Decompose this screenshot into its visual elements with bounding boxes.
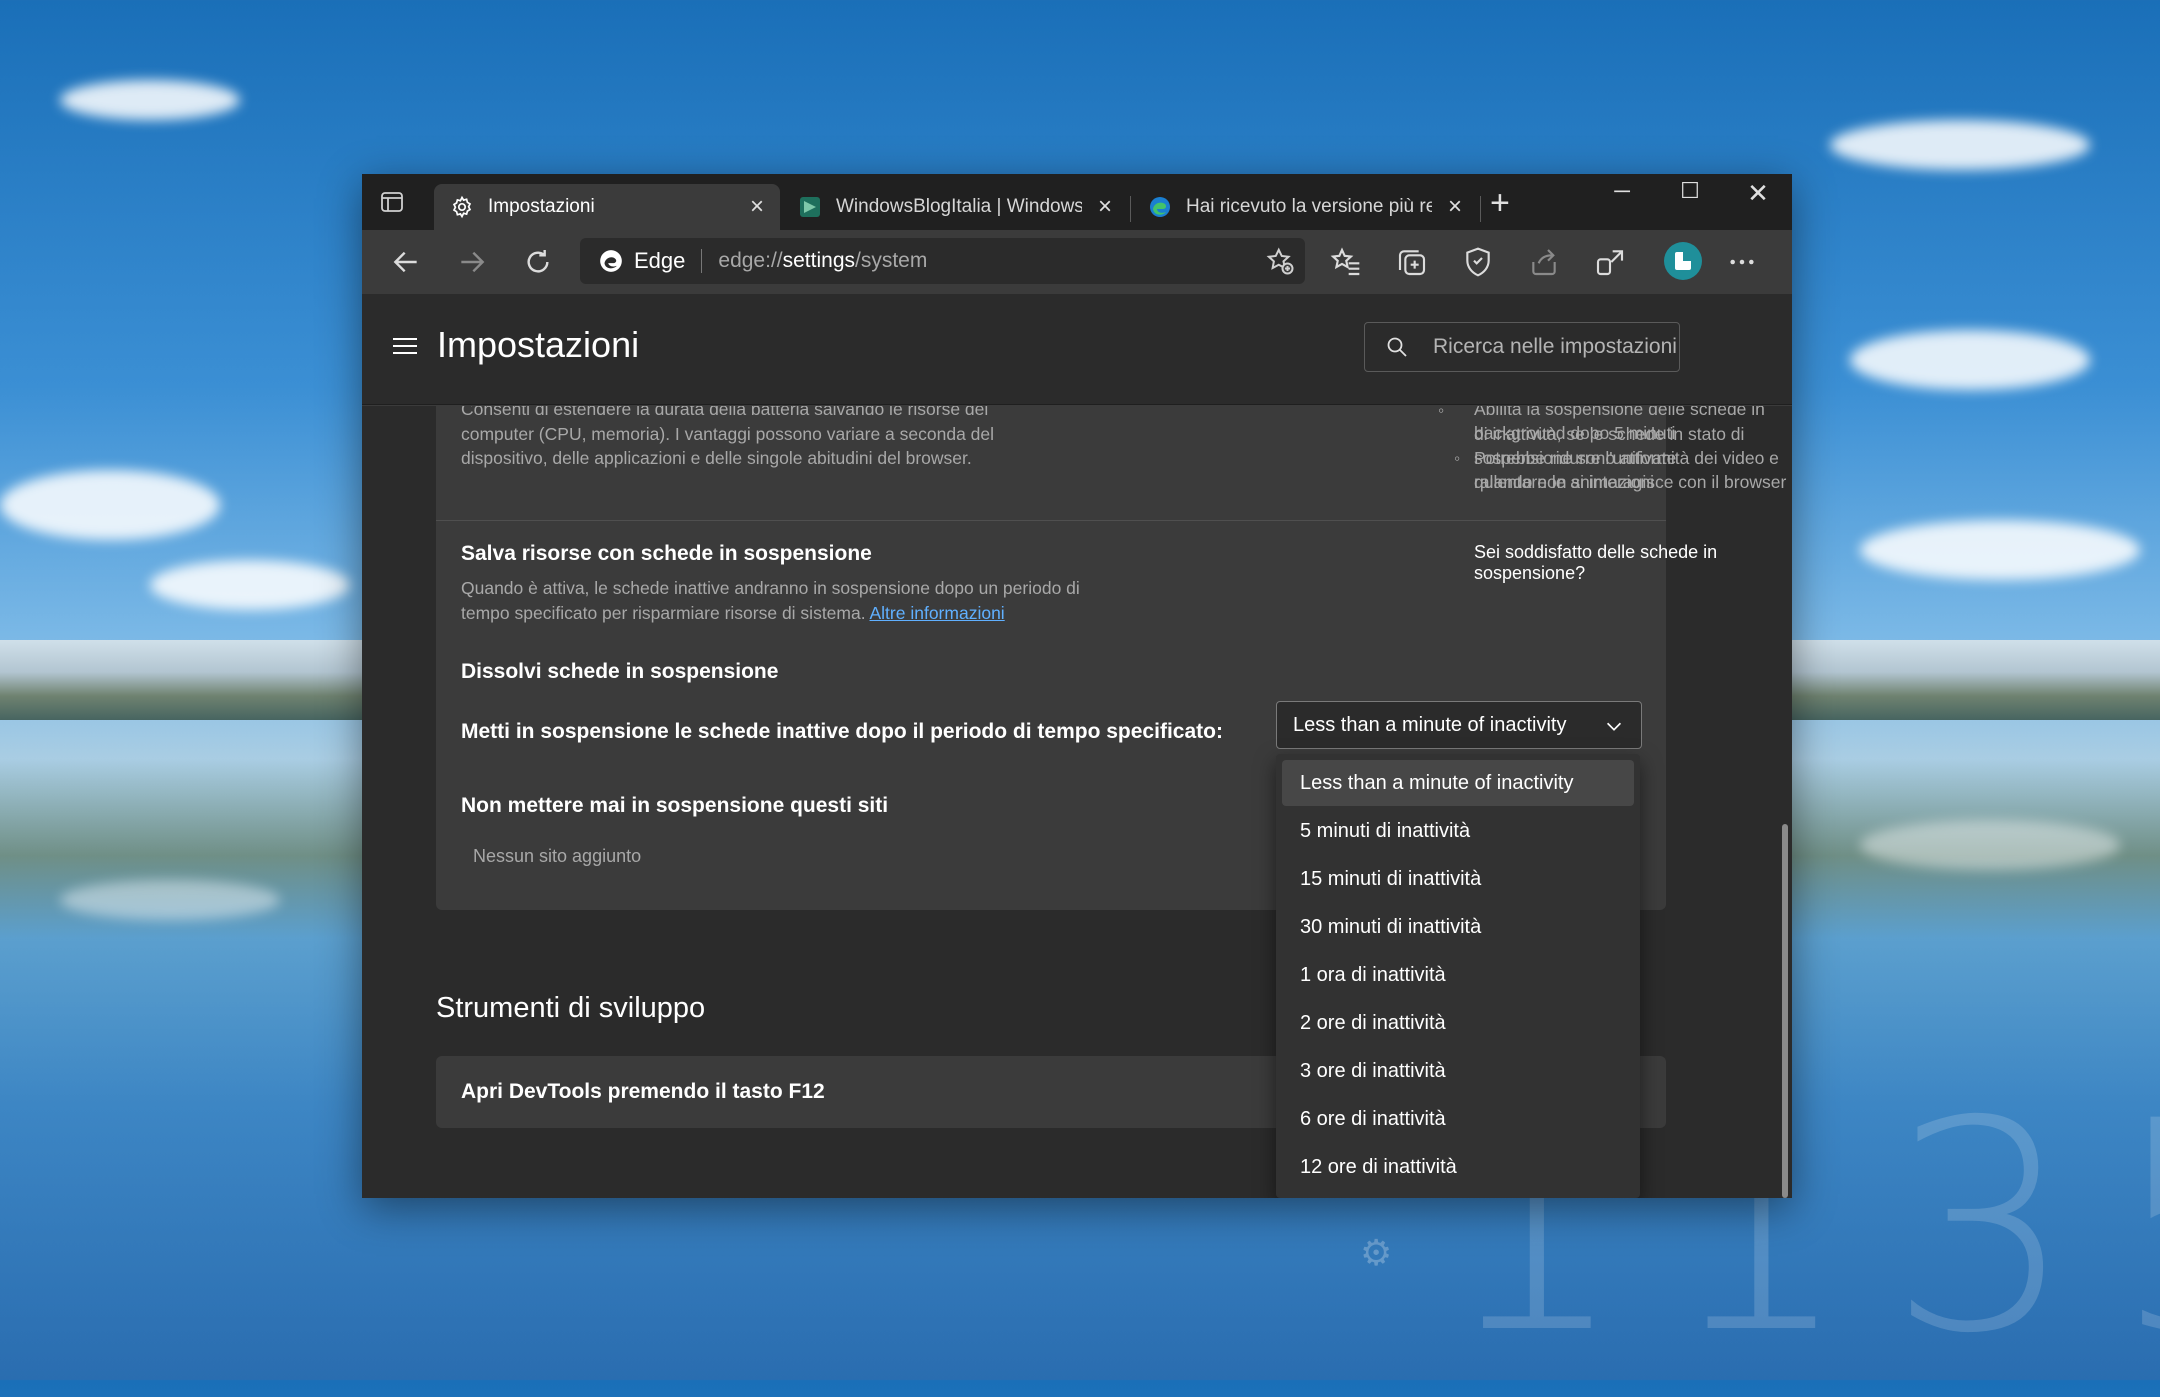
edge-favicon-icon — [1150, 197, 1170, 217]
favorites-icon[interactable] — [1330, 246, 1362, 278]
address-bar[interactable]: Edge edge://settings/system — [580, 238, 1305, 284]
tab-impostazioni[interactable]: Impostazioni × — [434, 184, 780, 230]
timeout-option[interactable]: 6 ore di inattività — [1282, 1096, 1634, 1142]
browser-essentials-icon[interactable] — [1462, 246, 1494, 278]
refresh-icon[interactable] — [522, 246, 554, 278]
browser-window: Impostazioni × WindowsBlogItalia | Windo… — [362, 174, 1792, 1198]
timeout-option[interactable]: 2 ore di inattività — [1282, 1000, 1634, 1046]
minimize-button[interactable]: ─ — [1602, 178, 1642, 204]
never-sleep-title: Non mettere mai in sospensione questi si… — [461, 794, 889, 817]
tab-separator — [1480, 196, 1481, 222]
page-title: Impostazioni — [437, 324, 640, 365]
settings-search-input[interactable]: Ricerca nelle impostazioni — [1364, 322, 1680, 372]
never-sleep-empty: Nessun sito aggiunto — [473, 846, 642, 866]
new-tab-button[interactable]: + — [1490, 186, 1510, 220]
collections-icon[interactable] — [1396, 246, 1428, 278]
feedback-question: Sei soddisfatto delle schede in sospensi… — [1474, 542, 1718, 583]
address-bar-url: edge://settings/system — [718, 249, 928, 272]
dev-tools-section-title: Strumenti di sviluppo — [436, 992, 706, 1024]
close-tab-icon[interactable]: × — [1444, 193, 1466, 221]
menu-icon[interactable] — [392, 336, 418, 356]
gear-icon — [452, 195, 472, 219]
timeout-option[interactable]: 12 ore di inattività — [1282, 1144, 1634, 1190]
search-placeholder: Ricerca nelle impostazioni — [1433, 335, 1677, 358]
timeout-label: Metti in sospensione le schede inattive … — [461, 720, 1223, 743]
address-bar-separator — [701, 249, 703, 273]
back-arrow-icon[interactable] — [390, 246, 422, 278]
timeout-option[interactable]: Less than a minute of inactivity — [1282, 760, 1634, 806]
timeout-option[interactable]: 30 minuti di inattività — [1282, 904, 1634, 950]
devtools-f12-title: Apri DevTools premendo il tasto F12 — [461, 1080, 825, 1103]
timeout-select[interactable]: Less than a minute of inactivity — [1276, 701, 1642, 749]
settings-content: Consenti di estendere la durata della ba… — [362, 406, 1792, 1198]
performance-icon[interactable] — [1594, 246, 1626, 278]
efficiency-desc-line: computer (CPU, memoria). I vantaggi poss… — [461, 424, 995, 444]
timeout-option[interactable]: 15 minuti di inattività — [1282, 856, 1634, 902]
chevron-down-icon — [1606, 722, 1622, 731]
close-tab-icon[interactable]: × — [1094, 193, 1116, 221]
card-divider — [436, 520, 1666, 521]
fade-sleeping-tabs-title: Dissolvi schede in sospensione — [461, 660, 779, 683]
address-bar-brand: Edge — [634, 248, 686, 273]
maximize-button[interactable]: ☐ — [1670, 178, 1710, 204]
close-tab-icon[interactable]: × — [746, 193, 768, 221]
tab-title: Hai ricevuto la versione più rec — [1186, 196, 1432, 217]
tab-actions-icon[interactable] — [380, 190, 404, 214]
profile-avatar[interactable] — [1664, 242, 1702, 280]
tab-hai-ricevuto[interactable]: Hai ricevuto la versione più rec × — [1132, 184, 1478, 230]
sleeping-tabs-title: Salva risorse con schede in sospensione — [461, 542, 872, 565]
close-window-button[interactable]: ✕ — [1738, 178, 1778, 209]
bullet-dot: ◦ — [1454, 448, 1461, 468]
efficiency-desc-cut: Consenti di estendere la durata della ba… — [461, 406, 989, 419]
timeout-option[interactable]: 3 ore di inattività — [1282, 1048, 1634, 1094]
tab-separator — [1130, 196, 1131, 222]
more-options-icon[interactable] — [1726, 246, 1758, 278]
edge-logo-icon — [600, 250, 622, 272]
browser-toolbar: Edge edge://settings/system — [362, 230, 1792, 294]
bullet-dot: ◦ — [1438, 406, 1445, 420]
timeout-selected-value: Less than a minute of inactivity — [1293, 714, 1567, 736]
search-icon — [1387, 337, 1407, 357]
page-scrollbar[interactable] — [1782, 824, 1788, 1198]
watermark-gear-icon: ⚙ — [1360, 1232, 1393, 1273]
tab-title: Impostazioni — [488, 196, 595, 217]
timeout-option[interactable]: 1 ora di inattività — [1282, 952, 1634, 998]
timeout-option[interactable]: 5 minuti di inattività — [1282, 808, 1634, 854]
sleeping-tabs-desc: tempo specificato per risparmiare risors… — [461, 603, 1005, 623]
tab-strip: Impostazioni × WindowsBlogItalia | Windo… — [362, 174, 1792, 230]
efficiency-desc-line: dispositivo, delle applicazioni e delle … — [461, 448, 972, 468]
add-favorite-icon[interactable] — [1265, 246, 1295, 276]
sleeping-tabs-desc: Quando è attiva, le schede inattive andr… — [461, 578, 1080, 598]
forward-arrow-icon[interactable] — [456, 246, 488, 278]
tab-title: WindowsBlogItalia | Windows, S — [836, 196, 1082, 217]
settings-header: Impostazioni Ricerca nelle impostazioni — [362, 294, 1792, 405]
tab-windowsblogitalia[interactable]: WindowsBlogItalia | Windows, S × — [782, 184, 1128, 230]
efficiency-bullet-line: quando non si interagisce con il browser — [1474, 472, 1787, 492]
learn-more-link[interactable]: Altre informazioni — [870, 603, 1005, 623]
windowsblogitalia-favicon-icon — [800, 197, 820, 217]
share-icon[interactable] — [1528, 246, 1560, 278]
timeout-dropdown-list: Less than a minute of inactivity 5 minut… — [1276, 754, 1640, 1198]
